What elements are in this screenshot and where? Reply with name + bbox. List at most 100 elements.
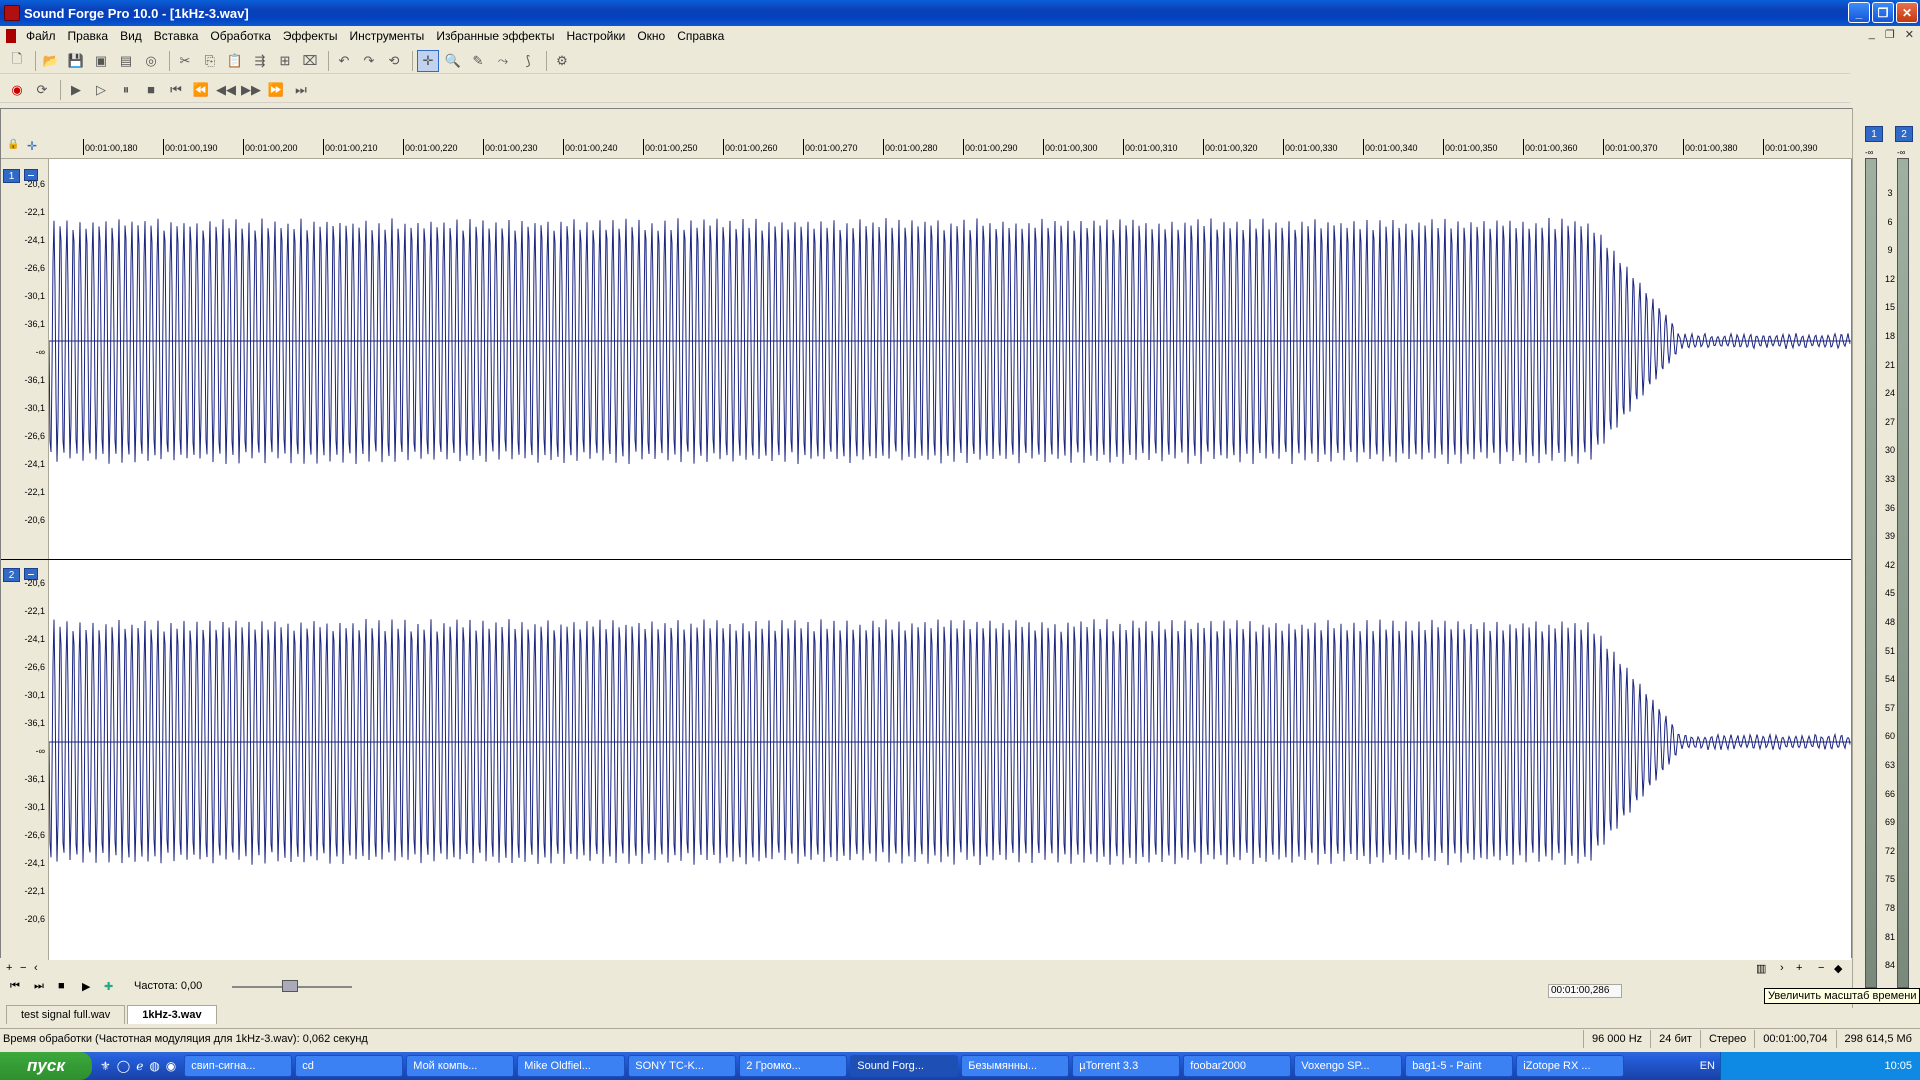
time-zoom-out-icon[interactable]: −: [1818, 962, 1824, 974]
stop-icon[interactable]: ■: [140, 79, 162, 101]
scroll-left-icon[interactable]: ‹: [34, 962, 38, 974]
snap-icon[interactable]: ✛: [27, 139, 37, 153]
copy-icon[interactable]: ⎘: [199, 50, 221, 72]
taskbar-item[interactable]: cd: [295, 1055, 404, 1077]
doc-close-button[interactable]: ✕: [1905, 28, 1914, 41]
taskbar-item[interactable]: Безымянны...: [961, 1055, 1070, 1077]
waveform-workspace[interactable]: 🔒 ✛ 00:01:00,180 00:01:00,190 00:01:00,200…: [0, 108, 1853, 960]
clock[interactable]: 10:05: [1884, 1060, 1912, 1072]
taskbar-item[interactable]: Voxengo SP...: [1294, 1055, 1403, 1077]
open-icon[interactable]: 📂: [40, 50, 62, 72]
taskbar-item[interactable]: µTorrent 3.3: [1072, 1055, 1181, 1077]
play-bottom-icon[interactable]: ▶: [82, 980, 90, 993]
taskbar-item[interactable]: свип-сигна...: [184, 1055, 293, 1077]
taskbar-item[interactable]: 2 Громко...: [739, 1055, 848, 1077]
redo-icon[interactable]: ↷: [358, 50, 380, 72]
tab-1khz[interactable]: 1kHz-3.wav: [127, 1005, 217, 1024]
scroll-right-icon[interactable]: ›: [1780, 962, 1784, 974]
menu-view[interactable]: Вид: [114, 29, 148, 43]
taskbar-item[interactable]: Sound Forg...: [850, 1055, 959, 1077]
menu-tools[interactable]: Инструменты: [343, 29, 430, 43]
taskbar-item[interactable]: foobar2000: [1183, 1055, 1292, 1077]
go-end-bottom-icon[interactable]: ⏭: [34, 980, 44, 993]
menu-effects[interactable]: Эффекты: [277, 29, 344, 43]
slider-knob[interactable]: [282, 980, 298, 992]
status-sample-rate[interactable]: 96 000 Hz: [1583, 1029, 1650, 1048]
menu-help[interactable]: Справка: [671, 29, 730, 43]
rewind-icon[interactable]: ◀◀: [215, 79, 237, 101]
go-start-bottom-icon[interactable]: ⏮: [10, 980, 20, 993]
taskbar-item[interactable]: Mike Oldfiel...: [517, 1055, 626, 1077]
ie-icon[interactable]: ℯ: [136, 1059, 143, 1073]
record-icon[interactable]: ◉: [6, 79, 28, 101]
zoom-out-icon[interactable]: −: [20, 962, 26, 974]
restore-button[interactable]: ❐: [1872, 2, 1894, 23]
go-end-icon[interactable]: ⏭: [290, 79, 312, 101]
edit-tool-icon[interactable]: ✛: [417, 49, 439, 72]
paste-icon[interactable]: 📋: [224, 50, 246, 72]
paste-special-icon[interactable]: ⊞: [274, 50, 296, 72]
cut-icon[interactable]: ✂: [174, 50, 196, 72]
undo-icon[interactable]: ↶: [333, 50, 355, 72]
loop-bottom-icon[interactable]: ✚: [104, 980, 113, 993]
forward-icon[interactable]: ▶▶: [240, 79, 262, 101]
meter-channel-2[interactable]: 2: [1895, 126, 1913, 142]
quicklaunch-icon-5[interactable]: ◉: [166, 1059, 176, 1073]
save-as-icon[interactable]: ▣: [90, 50, 112, 72]
document-icon[interactable]: [6, 28, 16, 43]
channel-1-waveform[interactable]: [49, 159, 1851, 559]
tab-test-signal[interactable]: test signal full.wav: [6, 1005, 126, 1024]
status-channels[interactable]: Стерео: [1699, 1029, 1754, 1048]
app-icon[interactable]: [4, 5, 20, 21]
minimize-button[interactable]: _: [1848, 2, 1870, 23]
menu-insert[interactable]: Вставка: [148, 29, 205, 43]
taskbar-item[interactable]: SONY TC-K...: [628, 1055, 737, 1077]
trim-icon[interactable]: ⌧: [299, 50, 321, 72]
prev-marker-icon[interactable]: ⏪: [190, 79, 212, 101]
loop-icon[interactable]: ⟳: [31, 79, 53, 101]
channel-2-waveform[interactable]: [49, 560, 1851, 960]
menu-file[interactable]: Файл: [20, 29, 62, 43]
start-button[interactable]: пуск: [0, 1052, 92, 1080]
menu-options[interactable]: Настройки: [560, 29, 631, 43]
menu-edit[interactable]: Правка: [62, 29, 115, 43]
doc-minimize-button[interactable]: _: [1869, 28, 1875, 41]
repeat-icon[interactable]: ⟲: [383, 50, 405, 72]
properties-icon[interactable]: ⚙: [551, 50, 573, 72]
pause-icon[interactable]: ⏸: [115, 79, 137, 101]
go-start-icon[interactable]: ⏮: [165, 79, 187, 101]
play-icon[interactable]: ▷: [90, 79, 112, 101]
quicklaunch-icon-4[interactable]: ◍: [149, 1059, 159, 1073]
play-all-icon[interactable]: ▶: [65, 79, 87, 101]
lock-icon[interactable]: 🔒: [7, 139, 19, 150]
menu-window[interactable]: Окно: [631, 29, 671, 43]
mix-icon[interactable]: ⇶: [249, 50, 271, 72]
close-button[interactable]: ✕: [1896, 2, 1918, 23]
render-icon[interactable]: ◎: [140, 50, 162, 72]
save-icon[interactable]: 💾: [65, 50, 87, 72]
frequency-slider[interactable]: [232, 980, 352, 992]
next-marker-icon[interactable]: ⏩: [265, 79, 287, 101]
zoom-fit-icon[interactable]: ◆: [1834, 962, 1842, 975]
magnify-tool-icon[interactable]: 🔍: [442, 50, 464, 72]
status-bit-depth[interactable]: 24 бит: [1650, 1029, 1700, 1048]
taskbar-item[interactable]: iZotope RX ...: [1516, 1055, 1625, 1077]
opera-icon[interactable]: ◯: [117, 1059, 130, 1073]
time-ruler[interactable]: 🔒 ✛ 00:01:00,180 00:01:00,190 00:01:00,200…: [1, 109, 1853, 159]
envelope-tool-icon[interactable]: ⤳: [492, 50, 514, 72]
menu-process[interactable]: Обработка: [204, 29, 277, 43]
language-indicator[interactable]: EN: [1700, 1060, 1715, 1072]
taskbar-item[interactable]: Мой компь...: [406, 1055, 515, 1077]
stop-bottom-icon[interactable]: ■: [58, 980, 65, 992]
event-tool-icon[interactable]: ⟆: [517, 50, 539, 72]
time-zoom-in-icon[interactable]: +: [1796, 962, 1802, 974]
save-all-icon[interactable]: ▤: [115, 50, 137, 72]
quicklaunch-icon-1[interactable]: ⚜: [100, 1059, 111, 1073]
taskbar-item[interactable]: bag1-5 - Paint: [1405, 1055, 1514, 1077]
zoom-in-icon[interactable]: +: [6, 962, 12, 974]
doc-restore-button[interactable]: ❐: [1885, 28, 1895, 41]
new-icon[interactable]: 🗋: [6, 50, 28, 72]
menu-favorite-effects[interactable]: Избранные эффекты: [430, 29, 560, 43]
pencil-tool-icon[interactable]: ✎: [467, 50, 489, 72]
meter-channel-1[interactable]: 1: [1865, 126, 1883, 142]
